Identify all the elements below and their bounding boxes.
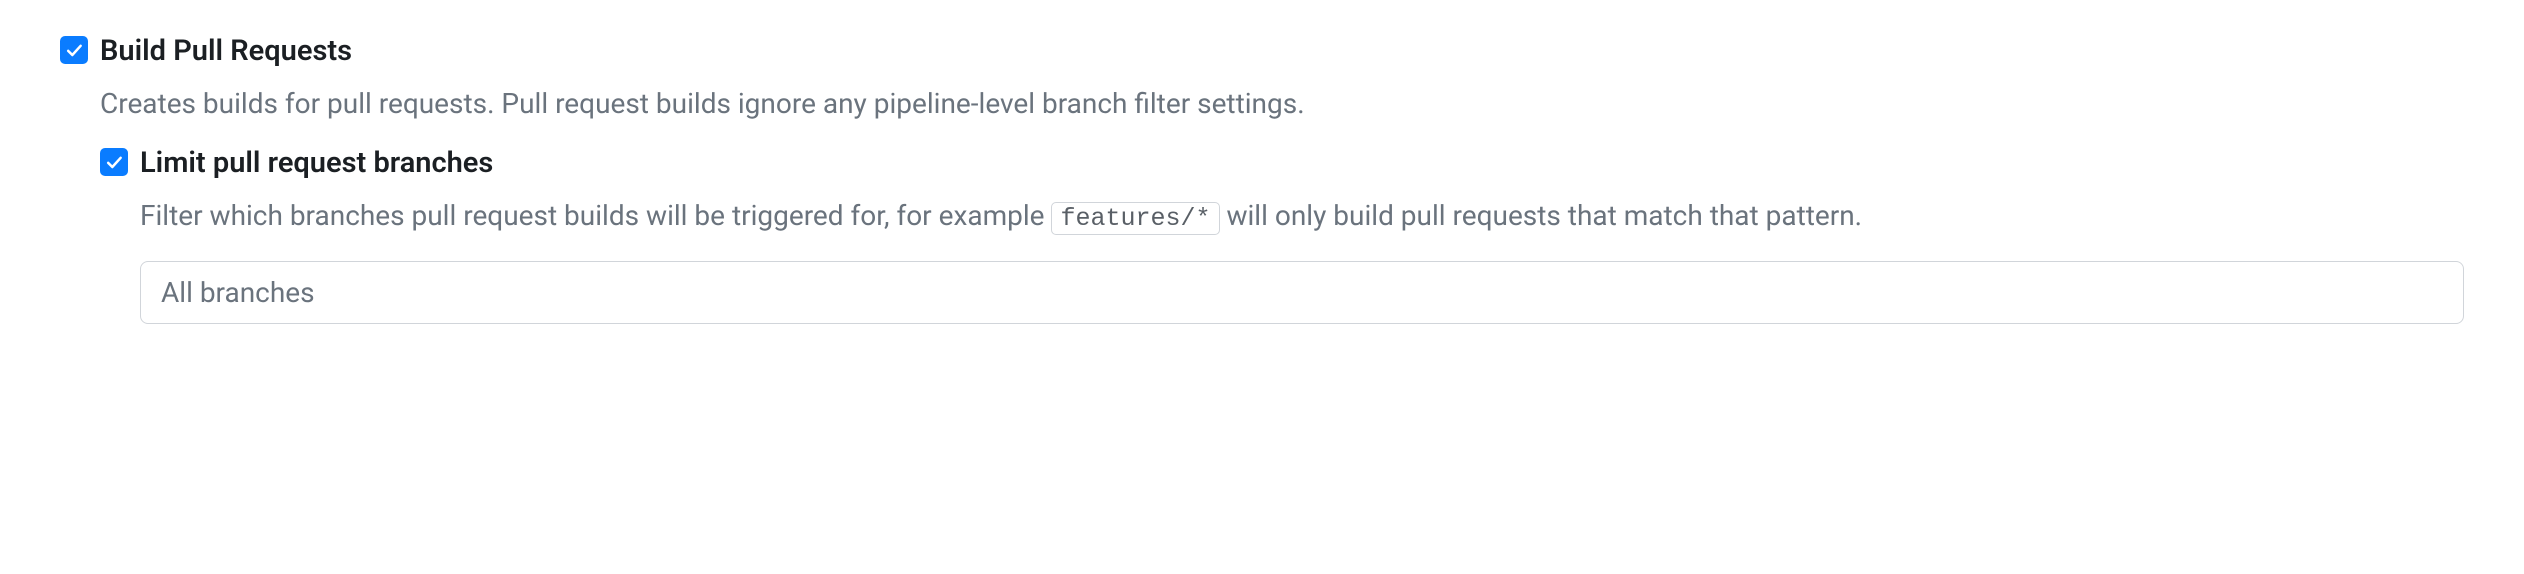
limit-pr-branches-label: Limit pull request branches: [140, 142, 2464, 186]
build-pull-requests-description: Creates builds for pull requests. Pull r…: [100, 84, 2464, 125]
build-pull-requests-checkbox[interactable]: [60, 36, 88, 64]
branch-filter-input[interactable]: [140, 261, 2464, 324]
check-icon: [104, 152, 124, 172]
limit-pr-branches-description: Filter which branches pull request build…: [140, 196, 2464, 237]
limit-description-suffix: will only build pull requests that match…: [1220, 199, 1863, 232]
check-icon: [64, 40, 84, 60]
limit-description-prefix: Filter which branches pull request build…: [140, 199, 1051, 232]
build-pull-requests-label: Build Pull Requests: [100, 30, 2464, 74]
branch-pattern-example: features/*: [1051, 202, 1219, 235]
limit-pr-branches-checkbox[interactable]: [100, 148, 128, 176]
